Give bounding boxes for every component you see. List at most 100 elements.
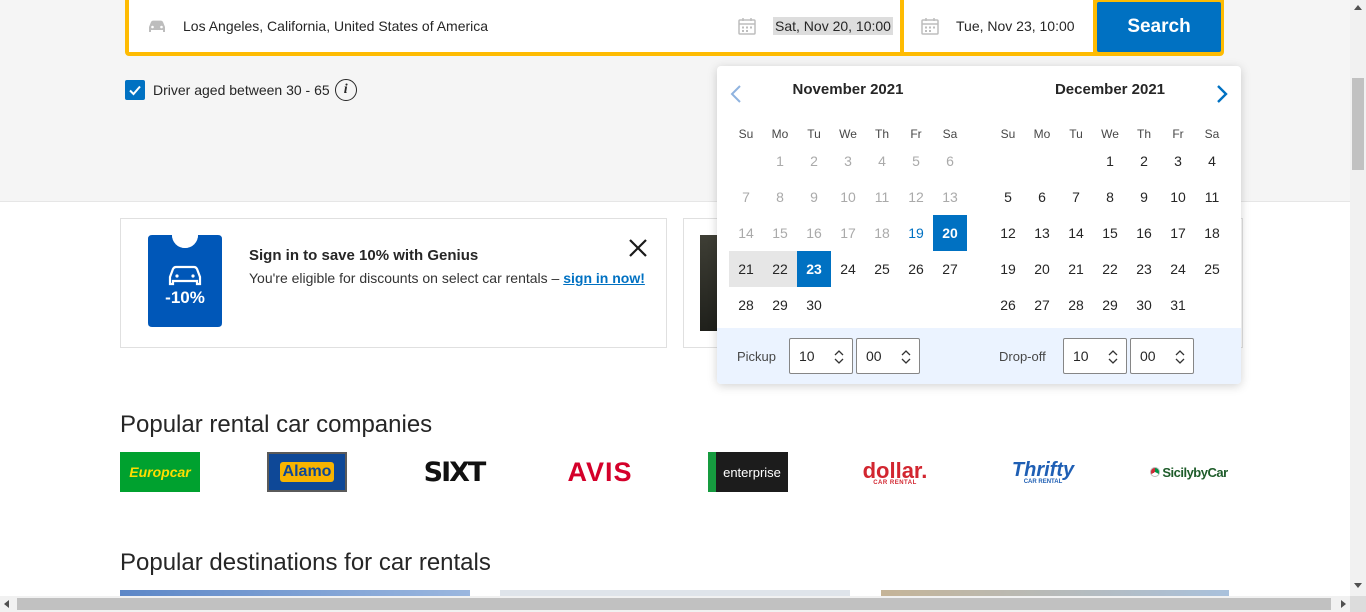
day-cell[interactable]: 13 [1025,215,1059,251]
thrifty-logo[interactable]: Thrifty CAR RENTAL [1003,452,1083,492]
day-cell[interactable]: 15 [1093,215,1127,251]
day-cell[interactable]: 19 [991,251,1025,287]
scroll-down-arrow[interactable] [1354,583,1362,588]
dollar-logo-sub: CAR RENTAL [873,480,917,486]
day-cell: 16 [806,225,822,241]
day-cell[interactable]: 2 [1127,143,1161,179]
weekday-label: Tu [1069,127,1083,141]
day-cell[interactable]: 22 [763,251,797,287]
day-cell[interactable]: 23 [1127,251,1161,287]
day-cell[interactable]: 16 [1127,215,1161,251]
day-cell[interactable]: 22 [1093,251,1127,287]
day-cell: 15 [772,225,788,241]
info-icon[interactable]: i [334,79,357,101]
day-cell[interactable]: 10 [1161,179,1195,215]
dropoff-minute-select[interactable]: 00 [1130,338,1194,374]
day-cell[interactable]: 25 [865,251,899,287]
empty-day-cell [1059,143,1093,179]
selected-day-cell[interactable]: 23 [797,251,831,287]
sign-in-link[interactable]: sign in now! [563,270,645,286]
avis-logo[interactable]: AVIS [560,452,640,492]
weekday-label: Su [738,127,754,141]
dropoff-date-field[interactable]: Tue, Nov 23, 10:00 [904,0,1093,52]
weekday-label: Th [874,127,889,141]
day-cell[interactable]: 4 [1195,143,1229,179]
up-down-arrows-icon [834,350,844,364]
dropoff-hour-select[interactable]: 10 [1063,338,1127,374]
day-cell[interactable]: 21 [729,251,763,287]
day-grid: 1 2 3 4 5 6 7 8 9 10 11 12 13 14 15 16 17 18 19 20 21 22 23 24 2… [991,143,1229,323]
driver-age-checkbox[interactable] [125,80,145,100]
genius-title: Sign in to save 10% with Genius [249,247,479,264]
day-cell[interactable]: 11 [1195,179,1229,215]
vertical-scrollbar[interactable] [1350,0,1366,596]
genius-discount-ticket: -10% [148,235,222,327]
day-cell[interactable]: 1 [1093,143,1127,179]
pickup-date-field[interactable]: Sat, Nov 20, 10:00 [721,0,900,52]
calendar-icon [738,18,756,35]
search-bar: Los Angeles, California, United States o… [125,0,1224,56]
day-cell[interactable]: 21 [1059,251,1093,287]
day-cell[interactable]: 31 [1161,287,1195,323]
day-cell[interactable]: 12 [991,215,1025,251]
day-cell[interactable]: 28 [1059,287,1093,323]
sixt-logo[interactable]: SIXT [412,452,496,492]
day-cell[interactable]: 20 [1025,251,1059,287]
day-cell[interactable]: 7 [1059,179,1093,215]
weekday-label: Th [1136,127,1151,141]
europcar-logo[interactable]: Europcar [120,452,200,492]
dollar-logo[interactable]: dollar. CAR RENTAL [855,452,935,492]
pickup-hour-select[interactable]: 10 [789,338,853,374]
day-cell[interactable]: 24 [831,251,865,287]
day-cell: 7 [742,189,750,205]
day-cell[interactable]: 28 [729,287,763,323]
up-down-arrows-icon [1175,350,1185,364]
destinations-heading: Popular destinations for car rentals [120,549,491,576]
thrifty-logo-sub: CAR RENTAL [1023,479,1063,485]
day-cell: 12 [908,189,924,205]
day-cell[interactable]: 26 [991,287,1025,323]
day-cell[interactable]: 30 [797,287,831,323]
day-cell[interactable]: 8 [1093,179,1127,215]
scrollbar-thumb[interactable] [1352,78,1364,170]
calendar-icon [921,18,939,35]
day-cell[interactable]: 26 [899,251,933,287]
day-cell[interactable]: 29 [763,287,797,323]
day-cell[interactable]: 27 [933,251,967,287]
scrollbar-thumb[interactable] [17,598,1331,610]
day-cell[interactable]: 19 [899,215,933,251]
companies-heading: Popular rental car companies [120,411,433,438]
scrollbar-corner [1350,596,1366,612]
day-cell[interactable]: 27 [1025,287,1059,323]
day-cell: 17 [840,225,856,241]
day-cell[interactable]: 18 [1195,215,1229,251]
weekday-header: Su Mo Tu We Th Fr Sa [729,127,967,141]
close-icon[interactable] [627,237,649,259]
weekday-label: We [839,127,857,141]
sicily-by-car-logo[interactable]: SicilybyCar [1148,452,1230,492]
selected-day-cell[interactable]: 20 [933,215,967,251]
day-cell[interactable]: 30 [1127,287,1161,323]
sicily-flag-icon [1150,467,1161,477]
day-cell[interactable]: 17 [1161,215,1195,251]
day-cell[interactable]: 5 [991,179,1025,215]
weekday-header: Su Mo Tu We Th Fr Sa [991,127,1229,141]
day-cell[interactable]: 14 [1059,215,1093,251]
horizontal-scrollbar[interactable] [0,596,1366,612]
day-cell[interactable]: 24 [1161,251,1195,287]
alamo-logo[interactable]: Alamo [267,452,347,492]
day-cell[interactable]: 9 [1127,179,1161,215]
pickup-minute-select[interactable]: 00 [856,338,920,374]
enterprise-logo[interactable]: enterprise [708,452,788,492]
day-cell[interactable]: 3 [1161,143,1195,179]
weekday-label: Mo [1033,127,1051,141]
scroll-right-arrow[interactable] [1341,600,1346,608]
search-button[interactable]: Search [1097,2,1221,52]
scroll-left-arrow[interactable] [4,600,9,608]
day-cell[interactable]: 6 [1025,179,1059,215]
day-cell[interactable]: 25 [1195,251,1229,287]
scroll-up-arrow[interactable] [1354,5,1362,10]
day-cell[interactable]: 29 [1093,287,1127,323]
empty-day-cell [729,143,763,179]
day-cell: 1 [776,153,784,169]
